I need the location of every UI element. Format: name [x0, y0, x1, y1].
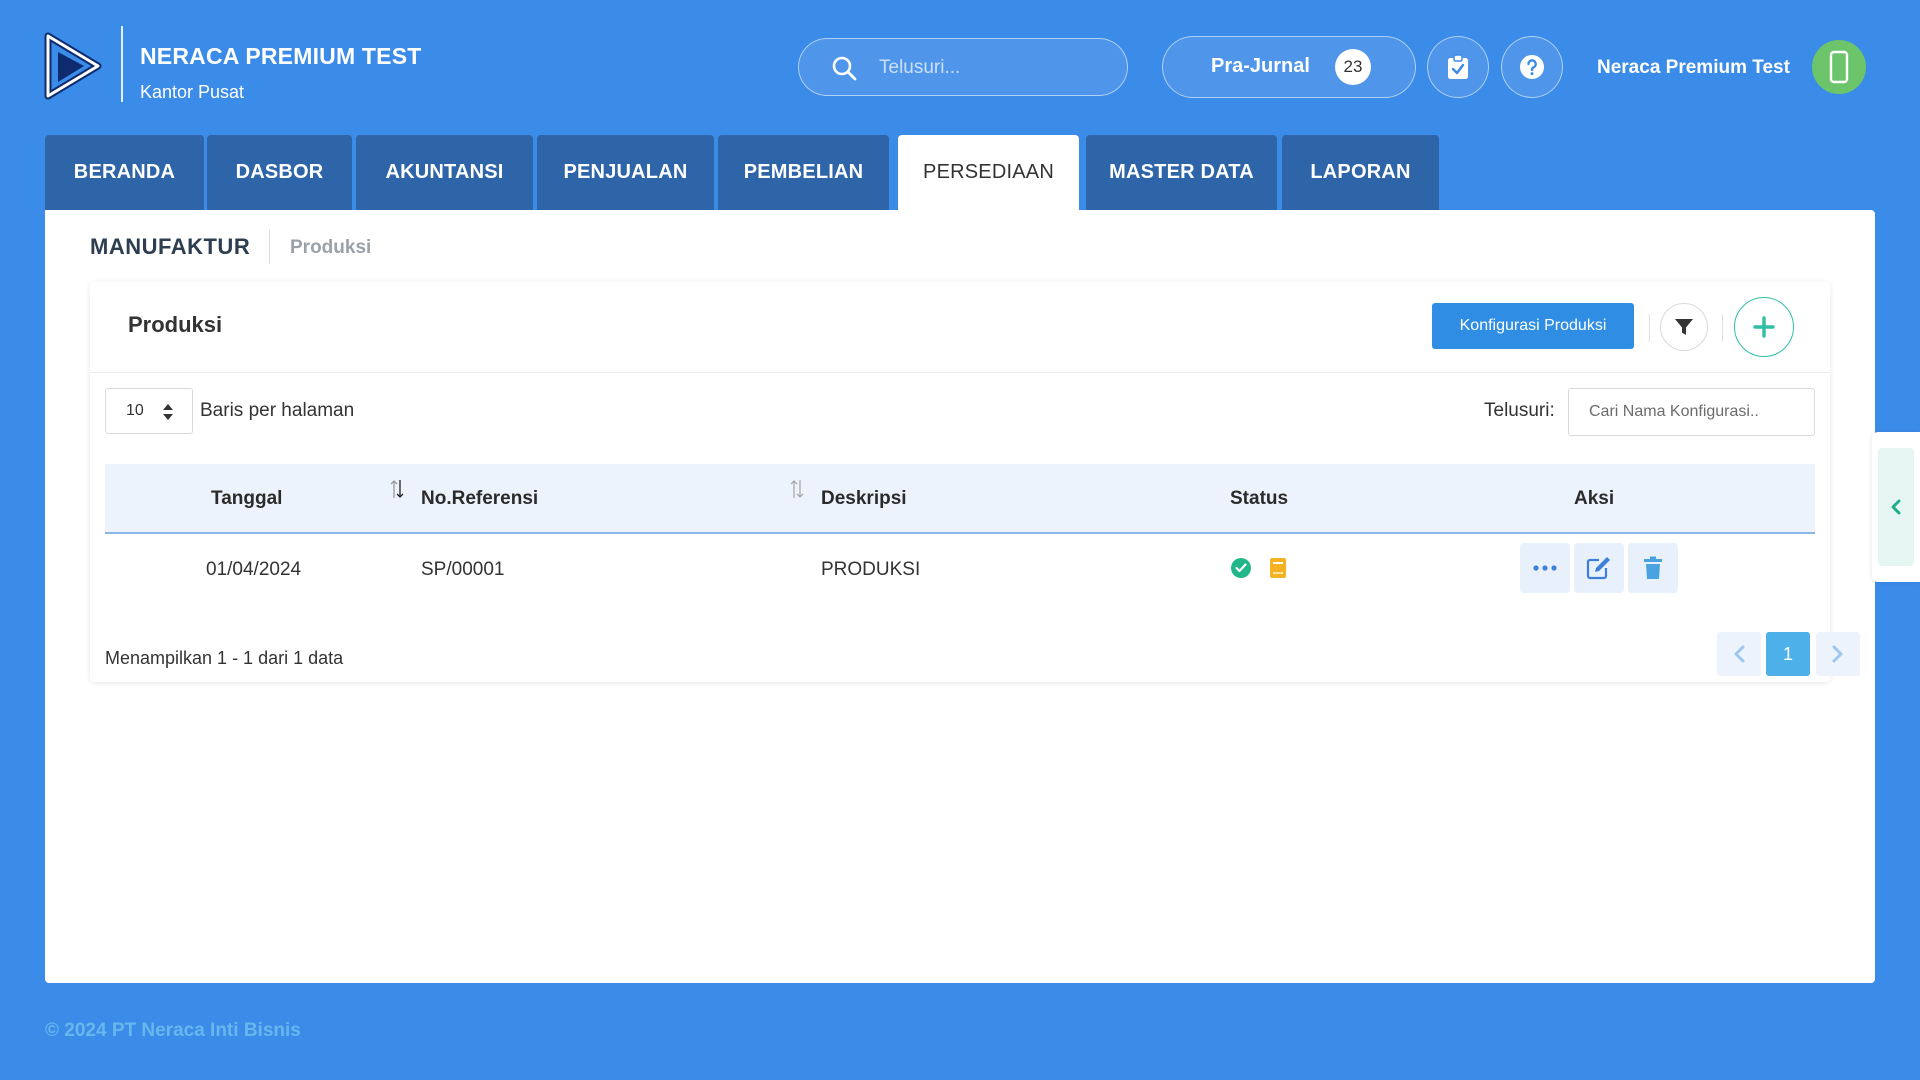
card-title: Produksi [128, 312, 223, 337]
side-panel-toggle[interactable] [1872, 432, 1920, 582]
delete-button[interactable] [1628, 543, 1678, 593]
ellipsis-icon [1533, 565, 1557, 571]
edit-icon [1586, 557, 1610, 580]
add-button[interactable] [1734, 297, 1794, 357]
table-search-label: Telusuri: [1484, 400, 1555, 421]
tab-penjualan[interactable]: PENJUALAN [537, 135, 714, 210]
konfigurasi-produksi-button[interactable]: Konfigurasi Produksi [1432, 303, 1634, 349]
help-icon [1520, 55, 1544, 79]
tab-pembelian[interactable]: PEMBELIAN [718, 135, 889, 210]
filter-icon [1675, 319, 1693, 335]
table-search-input[interactable] [1568, 388, 1815, 436]
tab-laporan[interactable]: LAPORAN [1282, 135, 1439, 210]
pagination-next-button[interactable] [1816, 632, 1860, 676]
logo-divider [121, 26, 123, 102]
global-search[interactable] [798, 38, 1128, 96]
plus-icon [1753, 316, 1775, 338]
tab-beranda[interactable]: BERANDA [45, 135, 204, 210]
prajurnal-count-badge: 23 [1335, 49, 1371, 85]
sort-icon[interactable] [389, 478, 405, 500]
rows-per-page-label: Baris per halaman [200, 400, 355, 421]
trash-icon [1644, 556, 1662, 579]
chevron-left-icon [1891, 499, 1901, 515]
main-panel: MANUFAKTUR Produksi Produksi Konfigurasi… [45, 210, 1875, 983]
book-icon [1270, 558, 1286, 578]
user-name[interactable]: Neraca Premium Test [1597, 57, 1790, 79]
play-logo-icon[interactable] [44, 32, 102, 100]
card-header: Produksi Konfigurasi Produksi [90, 282, 1830, 373]
search-icon [832, 56, 857, 81]
clipboard-button[interactable] [1427, 36, 1489, 98]
prajurnal-label: Pra-Jurnal [1211, 55, 1310, 77]
phone-icon [1829, 50, 1849, 84]
column-header-tanggal[interactable]: Tanggal [211, 488, 282, 510]
divider [1649, 314, 1650, 342]
breadcrumb-title: MANUFAKTUR [90, 234, 251, 259]
check-circle-icon [1231, 558, 1251, 578]
cell-no-referensi: SP/00001 [421, 559, 505, 580]
table-header: Tanggal No.Referensi Deskripsi Status Ak… [105, 464, 1815, 534]
rows-per-page-value: 10 [126, 402, 144, 419]
table-row: 01/04/2024 SP/00001 PRODUKSI [105, 534, 1815, 604]
rows-per-page-select[interactable]: 10 [105, 388, 193, 434]
sort-caret-icon [163, 404, 173, 420]
sort-icon[interactable] [789, 478, 805, 500]
tab-master-data[interactable]: MASTER DATA [1086, 135, 1277, 210]
breadcrumb-sub[interactable]: Produksi [290, 237, 371, 259]
help-button[interactable] [1501, 36, 1563, 98]
edit-button[interactable] [1574, 543, 1624, 593]
column-header-no-referensi[interactable]: No.Referensi [421, 488, 538, 510]
filter-button[interactable] [1660, 303, 1708, 351]
column-header-status: Status [1230, 488, 1289, 509]
app-header: NERACA PREMIUM TEST Kantor Pusat Pra-Jur… [0, 0, 1920, 135]
tab-akuntansi[interactable]: AKUNTANSI [356, 135, 533, 210]
pagination-info: Menampilkan 1 - 1 dari 1 data [105, 648, 344, 668]
pagination-prev-button[interactable] [1717, 632, 1761, 676]
tab-persediaan[interactable]: PERSEDIAAN [898, 135, 1079, 211]
copyright-text: © 2024 PT Neraca Inti Bisnis [45, 1020, 301, 1041]
chevron-left-icon [1734, 645, 1745, 663]
more-actions-button[interactable] [1520, 543, 1570, 593]
cell-tanggal: 01/04/2024 [206, 559, 302, 580]
divider [1722, 314, 1723, 342]
produksi-card: Produksi Konfigurasi Produksi 10 Baris p… [90, 282, 1860, 682]
prajurnal-button[interactable]: Pra-Jurnal 23 [1162, 36, 1416, 98]
chevron-right-icon [1832, 645, 1843, 663]
breadcrumb-divider [269, 230, 270, 264]
avatar[interactable] [1812, 40, 1866, 94]
column-header-aksi: Aksi [1574, 488, 1615, 509]
global-search-input[interactable] [877, 51, 1111, 85]
tab-dasbor[interactable]: DASBOR [207, 135, 352, 210]
side-panel-toggle-inner[interactable] [1878, 448, 1914, 566]
column-header-deskripsi: Deskripsi [821, 488, 907, 509]
cell-deskripsi: PRODUKSI [821, 559, 921, 580]
clipboard-check-icon [1448, 54, 1468, 79]
company-name: NERACA PREMIUM TEST [140, 43, 422, 69]
pagination-page-1[interactable]: 1 [1766, 632, 1810, 676]
branch-name: Kantor Pusat [140, 82, 245, 102]
